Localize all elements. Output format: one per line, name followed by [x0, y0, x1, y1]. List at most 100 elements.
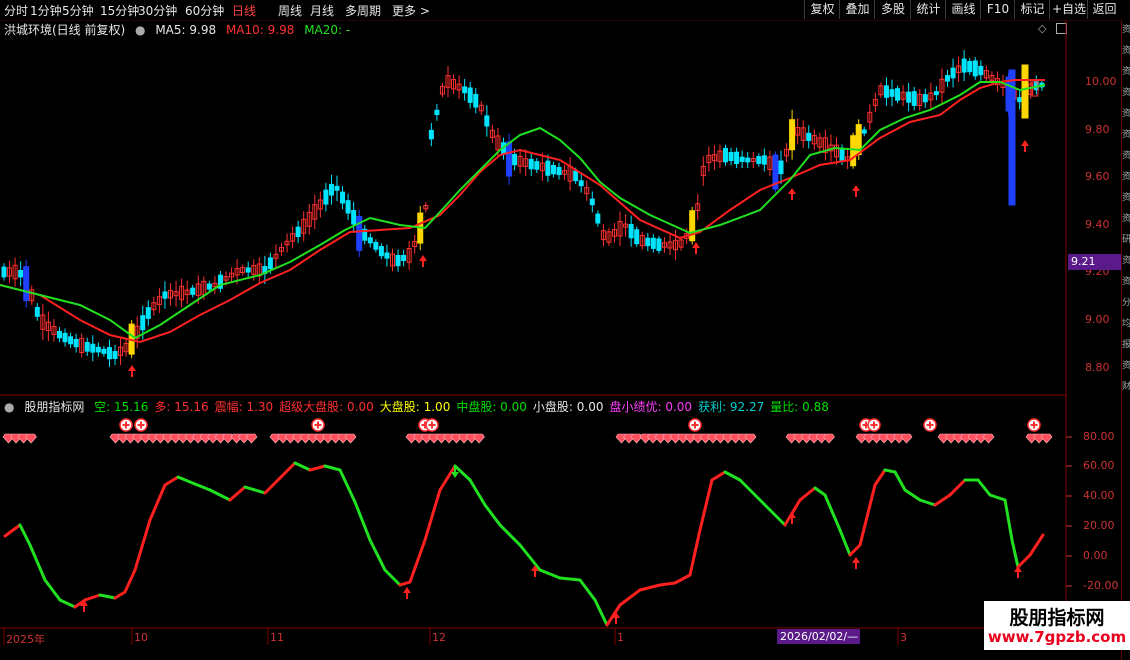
candle-body — [945, 75, 950, 82]
indicator-segment — [408, 538, 427, 584]
watermark-url: www.7gpzb.com — [987, 628, 1127, 646]
indicator-settings-icon[interactable]: ● — [4, 400, 14, 414]
indicator-value-1: 多: 15.16 — [154, 400, 209, 414]
indicator-segment — [638, 583, 662, 592]
candle-body — [895, 88, 901, 101]
indicator-segment — [723, 470, 742, 482]
candle-body — [334, 185, 340, 191]
indicator-segment — [3, 523, 22, 538]
indicator-segment — [208, 488, 232, 502]
candle-body — [323, 189, 329, 205]
indicator-segment — [883, 468, 897, 474]
price-axis-label: 8.80 — [1085, 361, 1110, 374]
candle-body — [789, 119, 796, 151]
indicator-legend: ● 股朋指标网 空: 15.16 多: 15.16 震幅: 1.30 超级大盘股: 0… — [4, 398, 835, 415]
candle-body — [545, 160, 551, 176]
candle-body — [378, 246, 384, 257]
indicator-segment — [1003, 498, 1014, 542]
indicator-segment — [578, 578, 597, 602]
candle-body — [550, 164, 556, 175]
candle-body — [723, 147, 728, 163]
indicator-segment — [58, 598, 77, 609]
indicator-segment — [753, 493, 772, 512]
indicator-segment — [738, 478, 757, 497]
candle-body — [634, 229, 640, 245]
indicator-segment — [83, 593, 102, 602]
indicator-segment — [383, 568, 402, 587]
candle-body — [162, 291, 168, 299]
indicator-segment — [605, 603, 622, 627]
candle-body — [756, 156, 762, 164]
candle-body — [512, 153, 518, 166]
indicator-segment — [98, 593, 117, 600]
candle-body — [961, 58, 967, 73]
candle-body — [295, 226, 301, 238]
candle-body — [922, 94, 928, 103]
price-axis-label: 10.00 — [1085, 75, 1117, 88]
right-column-char: 资 — [1122, 214, 1130, 225]
candle-body — [367, 237, 373, 244]
candle-body — [1017, 97, 1023, 103]
candle-body — [84, 341, 90, 352]
indicator-segment — [423, 488, 442, 542]
indicator-segment — [518, 543, 542, 572]
ma10-line — [0, 79, 1045, 344]
candle-body — [645, 237, 651, 247]
indicator-segment — [673, 573, 692, 585]
indicator-segment — [498, 523, 522, 547]
diamond-icon — [744, 433, 757, 444]
candle-body — [950, 67, 956, 79]
indicator-segment — [148, 483, 167, 522]
buy-arrow-icon — [852, 185, 860, 197]
indicator-value-7: 盘小绩优: 0.00 — [609, 400, 693, 414]
candle-body — [528, 158, 534, 170]
candle-body — [434, 109, 440, 116]
indicator-value-0: 空: 15.16 — [94, 400, 149, 414]
indicator-segment — [18, 523, 32, 547]
indicator-segment — [243, 485, 267, 495]
diamond-icon — [900, 433, 913, 444]
indicator-segment — [353, 500, 372, 542]
candle-body — [839, 147, 845, 162]
candle-body — [395, 254, 401, 267]
indicator-segment — [893, 470, 907, 492]
indicator-segment — [278, 461, 297, 480]
cursor-date: 2026/02/02/— — [777, 629, 860, 644]
candle-body — [34, 306, 40, 317]
candle-body — [778, 160, 784, 175]
indicator-segment — [823, 493, 842, 532]
indicator-segment — [593, 598, 609, 627]
indicator-segment — [483, 503, 502, 527]
candle-body — [345, 200, 351, 214]
indicator-segment — [873, 468, 887, 487]
indicator-segment — [933, 493, 952, 507]
price-axis-label: 9.80 — [1085, 123, 1110, 136]
candle-body — [734, 151, 740, 165]
candle-body — [967, 60, 973, 73]
right-column-char: 资 — [1122, 151, 1130, 162]
candle-body — [506, 141, 513, 177]
indicator-segment — [438, 464, 457, 492]
candle-body — [595, 213, 601, 224]
diamond-icon — [630, 433, 643, 444]
diamond-icon — [245, 433, 258, 444]
indicator-axis-label: 0.00 — [1083, 549, 1108, 562]
buy-arrow-icon — [128, 365, 136, 377]
chart-canvas[interactable] — [0, 0, 1130, 650]
candle-body — [883, 85, 889, 98]
indicator-segment — [293, 461, 312, 472]
candle-body — [351, 210, 357, 225]
buy-arrow-icon — [788, 512, 796, 524]
indicator-segment — [193, 482, 212, 492]
indicator-segment — [948, 478, 967, 497]
indicator-segment — [163, 475, 180, 487]
buy-arrow-icon — [788, 188, 796, 200]
indicator-axis-label: 60.00 — [1083, 459, 1115, 472]
buy-arrow-icon — [403, 587, 411, 599]
diamond-icon — [473, 433, 485, 444]
buy-arrow-icon — [1014, 566, 1022, 578]
candle-body — [972, 60, 978, 77]
watermark-name: 股朋指标网 — [1009, 607, 1105, 629]
candle-body — [190, 287, 196, 295]
indicator-axis-label: 20.00 — [1083, 519, 1115, 532]
